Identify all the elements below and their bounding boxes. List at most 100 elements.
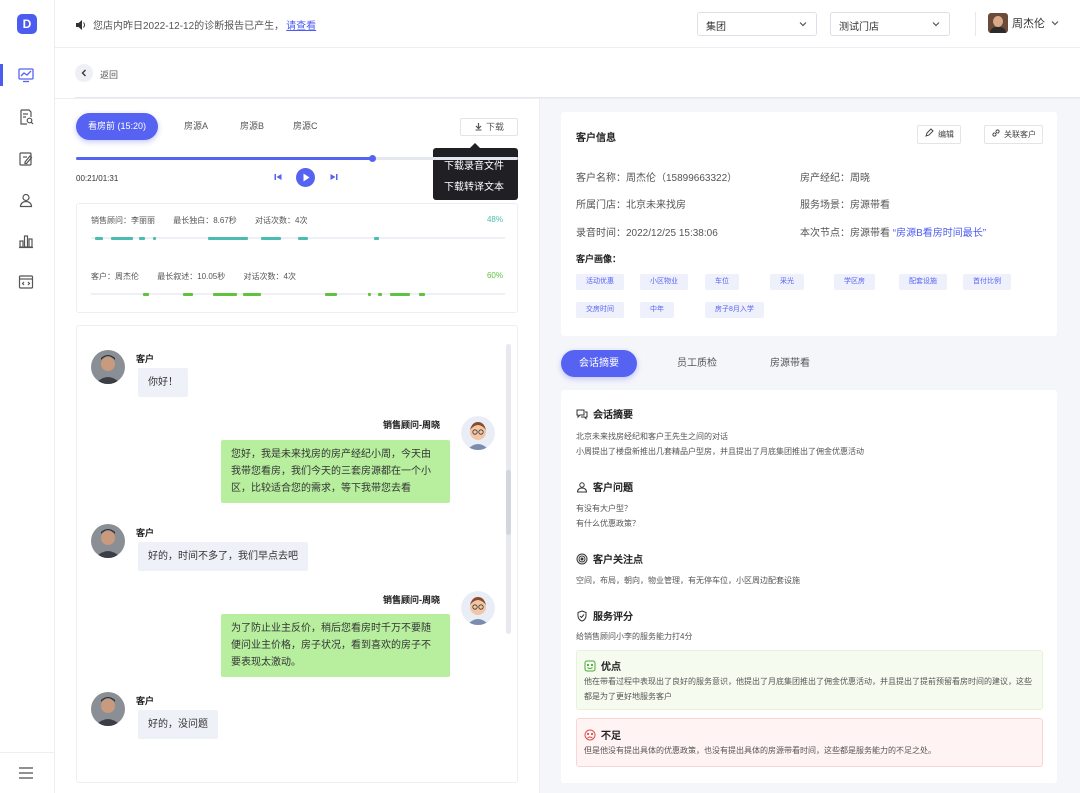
customer-timeline xyxy=(91,292,505,296)
strengths-title: 优点 xyxy=(584,658,621,673)
talk-segment xyxy=(153,236,156,240)
user-avatar xyxy=(988,13,1008,33)
talk-segment xyxy=(325,292,337,296)
talk-segment xyxy=(143,292,149,296)
bar-chart-icon[interactable] xyxy=(17,232,35,250)
focus-section-title: 客户关注点 xyxy=(576,551,643,566)
strengths-text: 他在带看过程中表现出了良好的服务意识，他提出了月底集团推出了佣金优惠活动，并且提… xyxy=(584,677,1032,701)
weaknesses-title: 不足 xyxy=(584,727,621,742)
dashboard-chart-icon[interactable] xyxy=(17,66,35,84)
tab-listing-c[interactable]: 房源C xyxy=(293,113,318,140)
download-button[interactable]: 下载 xyxy=(460,118,518,136)
chevron-down-icon xyxy=(1051,21,1059,26)
tab-listing-b[interactable]: 房源B xyxy=(240,113,264,140)
customer-info-title: 客户信息 xyxy=(576,133,616,144)
customer-message: 好的，时间不多了，我们早点去吧 xyxy=(138,542,308,571)
pencil-icon xyxy=(925,128,934,137)
audio-progress-handle[interactable] xyxy=(369,155,376,162)
store-select[interactable]: 测试门店 xyxy=(830,12,950,36)
portrait-tag: 小区物业 xyxy=(640,274,688,290)
edit-button[interactable]: 编辑 xyxy=(917,125,961,144)
customer-avatar xyxy=(91,524,125,558)
document-search-icon[interactable] xyxy=(17,108,35,126)
store-select-value: 测试门店 xyxy=(839,22,879,33)
back-label[interactable]: 返回 xyxy=(100,68,118,81)
left-nav: D xyxy=(0,0,55,793)
customer-avatar xyxy=(91,350,125,384)
app-logo[interactable]: D xyxy=(17,14,37,34)
sales-role: 销售顾问：李丽丽 xyxy=(91,216,155,225)
audio-progress-fill xyxy=(76,157,372,160)
talk-segment xyxy=(243,292,261,296)
talk-segment xyxy=(261,236,281,240)
download-transcript-item[interactable]: 下载转译文本 xyxy=(433,175,518,196)
previous-icon[interactable] xyxy=(273,172,283,182)
user-menu[interactable]: 周杰伦 xyxy=(988,13,1060,33)
menu-icon[interactable] xyxy=(17,764,35,782)
current-node: 本次节点：房源带看 “房源B看房时间最长” xyxy=(800,224,986,239)
back-button[interactable] xyxy=(75,64,93,82)
sales-turns: 对话次数：4次 xyxy=(255,216,308,225)
rating-section-title: 服务评分 xyxy=(576,608,633,623)
download-icon xyxy=(475,123,482,131)
sad-face-icon xyxy=(584,729,596,740)
back-row: 返回 xyxy=(55,48,1080,98)
customer-message: 你好！ xyxy=(138,368,188,397)
customer-message: 好的，没问题 xyxy=(138,710,218,739)
notice-text: 您店内昨日2022-12-12的诊断报告已产生， xyxy=(93,21,285,32)
tab-listing-tour[interactable]: 房源带看 xyxy=(770,350,810,377)
agent-name: 房产经纪：周晓 xyxy=(800,173,870,184)
chat-scrollbar-thumb[interactable] xyxy=(506,470,511,535)
notice-bar: 您店内昨日2022-12-12的诊断报告已产生， 请查看 xyxy=(75,17,316,32)
current-node-prefix: 本次节点：房源带看 xyxy=(800,228,890,239)
group-select[interactable]: 集团 xyxy=(697,12,817,36)
weaknesses-text: 但是他没有提出具体的优惠政策，也没有提出具体的房源带看时间，这些都是服务能力的不… xyxy=(584,746,936,755)
next-icon[interactable] xyxy=(329,172,339,182)
summary-section-title: 会话摘要 xyxy=(576,406,633,421)
portrait-tag: 配套设施 xyxy=(899,274,947,290)
portrait-label: 客户画像： xyxy=(576,254,622,264)
link-customer-button[interactable]: 关联客户 xyxy=(984,125,1043,144)
message-sender: 客户 xyxy=(136,354,155,364)
shield-check-icon xyxy=(577,609,587,622)
edit-label: 编辑 xyxy=(938,130,954,139)
rating-text: 给销售顾问小李的服务能力打4分 xyxy=(576,632,693,641)
talk-segment xyxy=(183,292,193,296)
sales-percent: 48% xyxy=(486,215,503,224)
talk-segment xyxy=(390,292,410,296)
play-button[interactable] xyxy=(296,168,315,187)
tab-summary[interactable]: 会话摘要 xyxy=(561,350,637,377)
user-outline-icon xyxy=(576,481,588,492)
user-icon[interactable] xyxy=(17,191,35,209)
tab-quality-check[interactable]: 员工质检 xyxy=(677,350,717,377)
current-node-highlight: “房源B看房时间最长” xyxy=(892,228,987,239)
portrait-tag: 交房时间 xyxy=(576,302,624,318)
talk-segment xyxy=(378,292,382,296)
message-sender: 客户 xyxy=(136,696,155,706)
sales-avatar xyxy=(461,416,495,450)
sales-avatar xyxy=(461,591,495,625)
talk-segment xyxy=(298,236,308,240)
sales-longest: 最长独白：8.67秒 xyxy=(173,216,237,225)
target-icon xyxy=(576,553,588,564)
sales-message: 为了防止业主反价，稍后您看房时千万不要随便问业主价格，房子状况，看到喜欢的房子不… xyxy=(221,614,450,677)
focus-text: 空间，布局，朝向，物业管理，有无停车位，小区周边配套设施 xyxy=(576,576,800,585)
chevron-down-icon xyxy=(932,22,940,27)
code-window-icon[interactable] xyxy=(17,273,35,291)
notice-link[interactable]: 请查看 xyxy=(286,17,316,32)
group-select-value: 集团 xyxy=(706,22,726,33)
edit-document-icon[interactable] xyxy=(17,150,35,168)
user-name: 周杰伦 xyxy=(1012,18,1045,30)
sales-timeline xyxy=(91,236,505,240)
tab-before-viewing[interactable]: 看房前 (15:20) xyxy=(76,113,159,140)
customer-name: 客户名称：周杰伦（15899663322） xyxy=(576,173,738,184)
customer-role: 客户：周杰伦 xyxy=(91,272,139,281)
portrait-tag: 首付比例 xyxy=(963,274,1011,290)
download-menu: 下载录音文件 下载转译文本 xyxy=(433,148,518,200)
talk-stats-panel: 销售顾问：李丽丽 最长独白：8.67秒 对话次数：4次 48% 客户：周杰伦 最… xyxy=(76,203,518,313)
play-icon xyxy=(303,173,310,182)
talk-segment xyxy=(368,292,371,296)
portrait-tag: 房子8月入学 xyxy=(705,302,764,318)
tab-listing-a[interactable]: 房源A xyxy=(184,113,208,140)
service-scene: 服务场景：房源带看 xyxy=(800,200,890,211)
